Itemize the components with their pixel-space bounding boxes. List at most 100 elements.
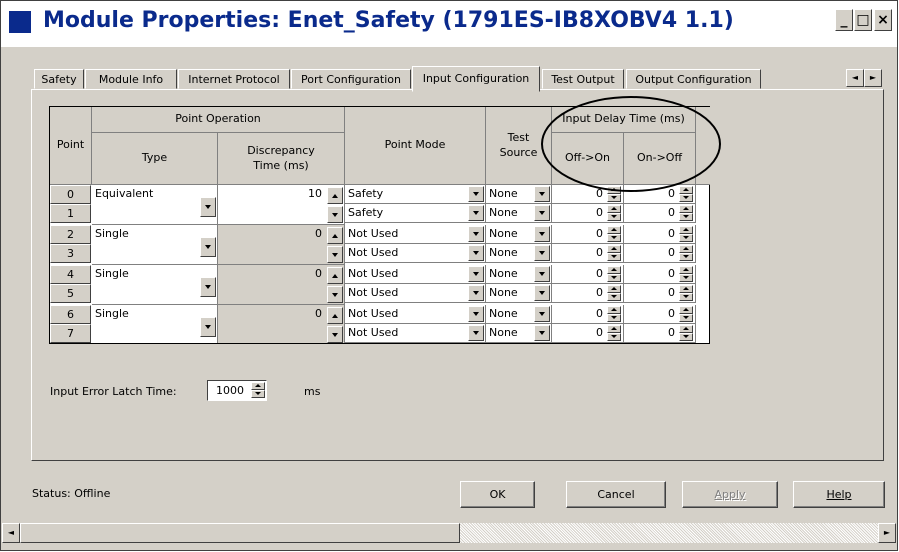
- spin-down-icon[interactable]: [607, 274, 621, 282]
- on-off-spinner[interactable]: [679, 306, 693, 323]
- row-header-point[interactable]: 5: [50, 284, 91, 303]
- row-header-point[interactable]: 4: [50, 265, 91, 284]
- spin-down-icon[interactable]: [679, 253, 693, 261]
- spin-up-icon[interactable]: [679, 266, 693, 274]
- row-header-point[interactable]: 1: [50, 204, 91, 223]
- on-off-spinner[interactable]: [679, 205, 693, 222]
- point-mode-dropdown-button[interactable]: [468, 245, 484, 261]
- point-mode-select[interactable]: Not Used: [345, 265, 486, 284]
- spin-up-icon[interactable]: [679, 306, 693, 314]
- scroll-thumb[interactable]: [20, 523, 460, 543]
- test-source-dropdown-button[interactable]: [534, 325, 550, 341]
- off-on-spinner[interactable]: [607, 245, 621, 262]
- spin-down-icon[interactable]: [679, 314, 693, 322]
- help-button[interactable]: Help: [793, 481, 885, 508]
- spin-up-icon[interactable]: [607, 245, 621, 253]
- on-off-spinner[interactable]: [679, 266, 693, 283]
- on-off-spinner[interactable]: [679, 226, 693, 243]
- on-off-spinner[interactable]: [679, 325, 693, 342]
- spin-up-icon[interactable]: [607, 266, 621, 274]
- type-dropdown-button[interactable]: [200, 317, 216, 337]
- type-dropdown-button[interactable]: [200, 277, 216, 297]
- row-header-point[interactable]: 6: [50, 305, 91, 324]
- point-mode-select[interactable]: Not Used: [345, 225, 486, 244]
- discrepancy-time-field[interactable]: 0: [218, 265, 345, 305]
- discrepancy-down-button[interactable]: [327, 286, 343, 303]
- tab-safety[interactable]: Safety: [34, 69, 84, 89]
- off-on-spinner[interactable]: [607, 325, 621, 342]
- discrepancy-down-button[interactable]: [327, 246, 343, 263]
- close-button[interactable]: ×: [874, 9, 892, 31]
- on-off-spinner[interactable]: [679, 245, 693, 262]
- spin-down-icon[interactable]: [251, 390, 265, 398]
- spin-up-icon[interactable]: [679, 325, 693, 333]
- point-mode-dropdown-button[interactable]: [468, 205, 484, 221]
- apply-button[interactable]: Apply: [682, 481, 778, 508]
- spin-down-icon[interactable]: [679, 274, 693, 282]
- spin-down-icon[interactable]: [607, 314, 621, 322]
- tab-input-configuration[interactable]: Input Configuration: [412, 66, 540, 92]
- minimize-button[interactable]: _: [835, 9, 853, 31]
- tab-output-configuration[interactable]: Output Configuration: [626, 69, 761, 89]
- row-header-point[interactable]: 0: [50, 185, 91, 204]
- spin-down-icon[interactable]: [679, 333, 693, 341]
- cancel-button[interactable]: Cancel: [566, 481, 666, 508]
- discrepancy-up-button[interactable]: [327, 187, 343, 204]
- spin-down-icon[interactable]: [679, 213, 693, 221]
- discrepancy-up-button[interactable]: [327, 267, 343, 284]
- discrepancy-down-button[interactable]: [327, 206, 343, 223]
- point-mode-dropdown-button[interactable]: [468, 186, 484, 202]
- test-source-dropdown-button[interactable]: [534, 226, 550, 242]
- tab-module-info[interactable]: Module Info: [85, 69, 177, 89]
- test-source-dropdown-button[interactable]: [534, 245, 550, 261]
- spin-down-icon[interactable]: [679, 234, 693, 242]
- spin-down-icon[interactable]: [679, 293, 693, 301]
- row-header-point[interactable]: 7: [50, 324, 91, 343]
- row-header-point[interactable]: 3: [50, 244, 91, 263]
- spin-up-icon[interactable]: [679, 285, 693, 293]
- spin-up-icon[interactable]: [679, 205, 693, 213]
- spin-down-icon[interactable]: [607, 333, 621, 341]
- title-bar[interactable]: Module Properties: Enet_Safety (1791ES-I…: [1, 1, 897, 47]
- scroll-left-button[interactable]: ◄: [2, 523, 20, 543]
- test-source-dropdown-button[interactable]: [534, 205, 550, 221]
- tab-port-configuration[interactable]: Port Configuration: [291, 69, 411, 89]
- latch-time-spinner[interactable]: [251, 382, 265, 399]
- spin-up-icon[interactable]: [607, 226, 621, 234]
- spin-down-icon[interactable]: [607, 213, 621, 221]
- scroll-right-button[interactable]: ►: [878, 523, 896, 543]
- point-mode-dropdown-button[interactable]: [468, 285, 484, 301]
- point-mode-dropdown-button[interactable]: [468, 266, 484, 282]
- test-source-dropdown-button[interactable]: [534, 306, 550, 322]
- point-mode-select[interactable]: Not Used: [345, 244, 486, 263]
- spin-down-icon[interactable]: [607, 293, 621, 301]
- ok-button[interactable]: OK: [460, 481, 535, 508]
- point-mode-select[interactable]: Safety: [345, 204, 486, 223]
- off-on-spinner[interactable]: [607, 285, 621, 302]
- point-mode-select[interactable]: Safety: [345, 185, 486, 204]
- point-mode-dropdown-button[interactable]: [468, 226, 484, 242]
- point-mode-select[interactable]: Not Used: [345, 305, 486, 324]
- discrepancy-time-field[interactable]: 0: [218, 225, 345, 265]
- spin-up-icon[interactable]: [679, 245, 693, 253]
- test-source-dropdown-button[interactable]: [534, 266, 550, 282]
- point-mode-dropdown-button[interactable]: [468, 325, 484, 341]
- row-header-point[interactable]: 2: [50, 225, 91, 244]
- spin-up-icon[interactable]: [251, 382, 265, 390]
- discrepancy-up-button[interactable]: [327, 227, 343, 244]
- spin-down-icon[interactable]: [607, 253, 621, 261]
- tab-internet-protocol[interactable]: Internet Protocol: [178, 69, 290, 89]
- spin-up-icon[interactable]: [607, 325, 621, 333]
- off-on-spinner[interactable]: [607, 306, 621, 323]
- maximize-button[interactable]: □: [854, 9, 872, 31]
- point-mode-select[interactable]: Not Used: [345, 324, 486, 343]
- test-source-dropdown-button[interactable]: [534, 285, 550, 301]
- off-on-spinner[interactable]: [607, 205, 621, 222]
- point-mode-dropdown-button[interactable]: [468, 306, 484, 322]
- horizontal-scrollbar[interactable]: ◄ ►: [2, 523, 897, 543]
- off-on-spinner[interactable]: [607, 266, 621, 283]
- point-mode-select[interactable]: Not Used: [345, 284, 486, 303]
- spin-down-icon[interactable]: [607, 234, 621, 242]
- scroll-track[interactable]: [460, 523, 878, 543]
- spin-up-icon[interactable]: [607, 306, 621, 314]
